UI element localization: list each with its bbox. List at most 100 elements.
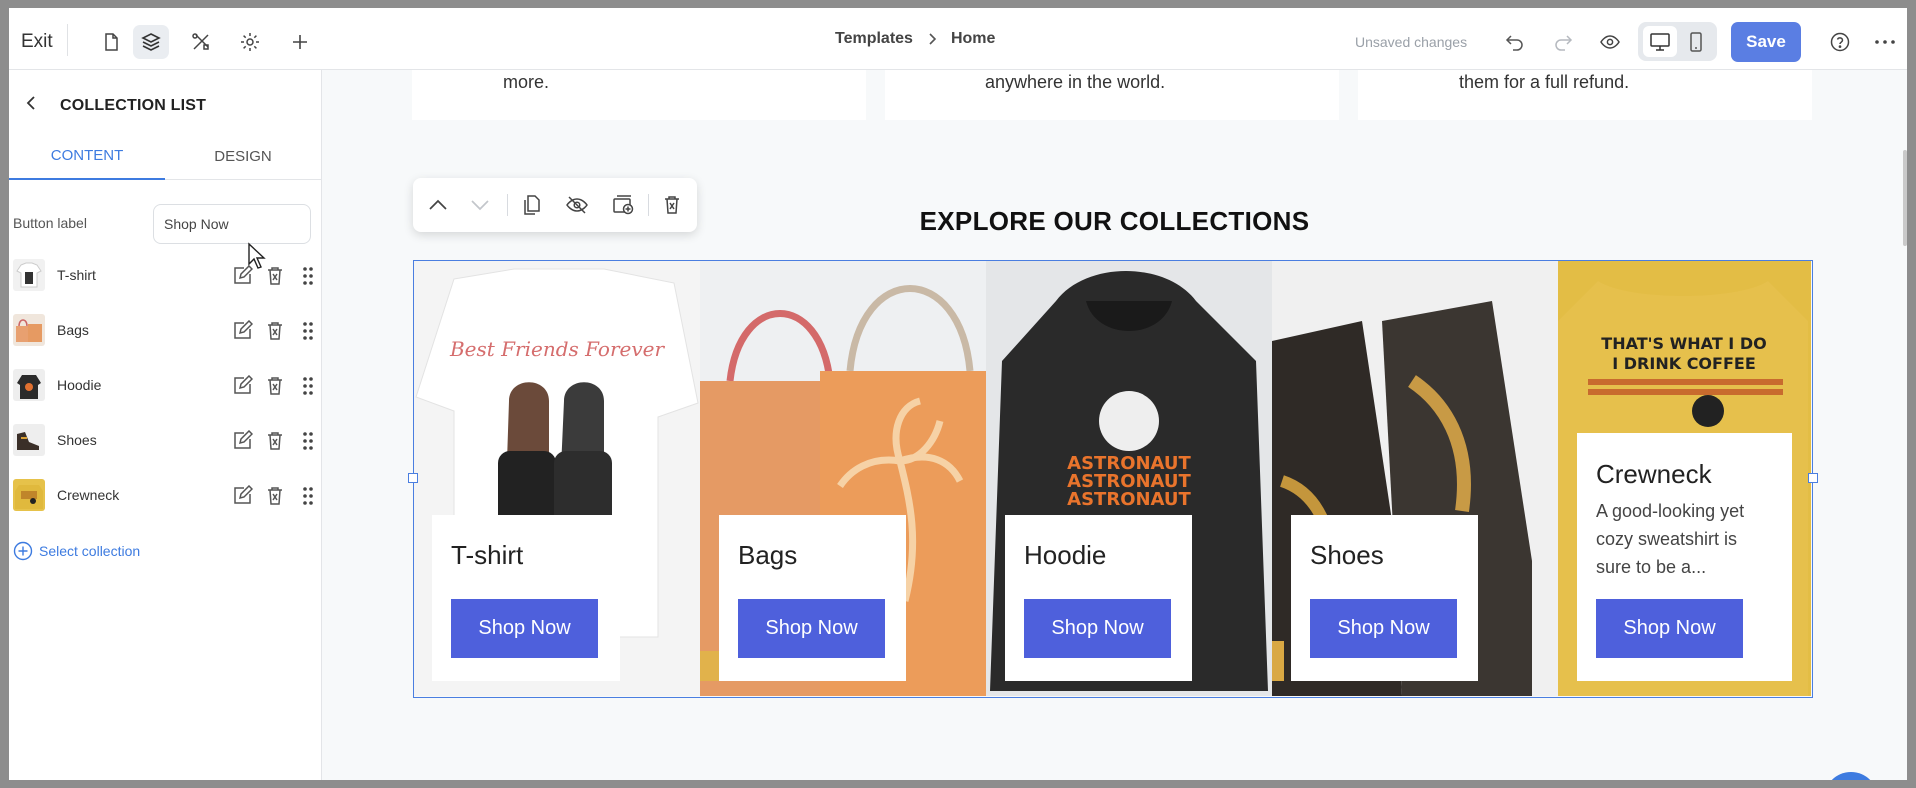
divider	[507, 194, 508, 216]
button-label-input[interactable]	[153, 204, 311, 244]
collection-item-hoodie[interactable]: Hoodie	[13, 365, 313, 405]
unsaved-status: Unsaved changes	[1355, 34, 1468, 50]
mobile-view-icon[interactable]	[1679, 26, 1713, 57]
collection-label: Hoodie	[57, 377, 102, 393]
collection-tile-bags[interactable]: Bags Shop Now	[700, 261, 986, 696]
card-title: T-shirt	[451, 540, 524, 570]
shop-now-button[interactable]: Shop Now	[1596, 599, 1743, 658]
device-toggle	[1638, 22, 1717, 61]
mouse-cursor-icon	[247, 242, 267, 270]
shop-now-button[interactable]: Shop Now	[1310, 599, 1457, 658]
edit-icon[interactable]	[231, 485, 253, 507]
redo-icon[interactable]	[1545, 25, 1581, 59]
crewneck-thumbnail	[13, 479, 45, 511]
svg-text:ASTRONAUT: ASTRONAUT	[1067, 489, 1191, 510]
breadcrumb: Templates Home	[835, 30, 995, 48]
desktop-view-icon[interactable]	[1643, 26, 1677, 57]
drag-handle-icon[interactable]	[297, 265, 319, 287]
hoodie-thumbnail	[13, 369, 45, 401]
drag-handle-icon[interactable]	[297, 430, 319, 452]
shop-now-button[interactable]: Shop Now	[1024, 599, 1171, 658]
add-section-icon[interactable]	[610, 192, 636, 218]
duplicate-icon[interactable]	[519, 192, 545, 218]
chat-bubble-button[interactable]	[1824, 772, 1878, 780]
move-up-icon[interactable]	[425, 192, 451, 218]
svg-text:THAT'S WHAT I DO: THAT'S WHAT I DO	[1601, 334, 1766, 353]
help-icon[interactable]	[1822, 25, 1858, 59]
edit-icon[interactable]	[231, 320, 253, 342]
card-title: Crewneck	[1596, 459, 1712, 489]
chevron-right-icon	[927, 32, 937, 46]
svg-text:I DRINK COFFEE: I DRINK COFFEE	[1612, 354, 1756, 373]
collection-tile-tshirt[interactable]: Best Friends Forever T-shirt Shop Now	[414, 261, 700, 696]
collection-label: Bags	[57, 322, 89, 338]
shop-now-button[interactable]: Shop Now	[738, 599, 885, 658]
card-title: Bags	[738, 540, 798, 570]
undo-icon[interactable]	[1497, 25, 1533, 59]
settings-gear-icon[interactable]	[232, 25, 268, 59]
breadcrumb-templates[interactable]: Templates	[835, 30, 913, 48]
pages-icon[interactable]	[93, 25, 129, 59]
breadcrumb-home[interactable]: Home	[951, 30, 995, 48]
tab-design[interactable]: DESIGN	[165, 132, 321, 180]
more-options-icon[interactable]	[1867, 25, 1903, 59]
move-down-icon[interactable]	[467, 192, 493, 218]
collection-tile-shoes[interactable]: Shoes Shop Now	[1272, 261, 1558, 696]
resize-handle-right[interactable]	[1808, 473, 1818, 483]
card-title: Shoes	[1310, 540, 1384, 570]
collection-grid[interactable]: Best Friends Forever T-shirt Shop Now Ba…	[408, 260, 1818, 698]
top-bar: Exit Templates Home Unsaved changes Save	[9, 8, 1907, 70]
tab-content[interactable]: CONTENT	[9, 132, 165, 180]
edit-icon[interactable]	[231, 375, 253, 397]
collection-tile-crewneck[interactable]: THAT'S WHAT I DO I DRINK COFFEE Crewneck…	[1558, 261, 1811, 696]
collection-card: Shoes Shop Now	[1291, 515, 1478, 681]
collection-item-bags[interactable]: Bags	[13, 310, 313, 350]
remove-icon[interactable]	[264, 265, 286, 287]
collection-card: Bags Shop Now	[719, 515, 906, 681]
editor-window: Exit Templates Home Unsaved changes Save…	[9, 8, 1907, 780]
card-description: A good-looking yet cozy sweatshirt is su…	[1596, 501, 1745, 577]
remove-icon[interactable]	[264, 430, 286, 452]
page-canvas: more. anywhere in the world. them for a …	[322, 70, 1907, 780]
tshirt-thumbnail	[13, 259, 45, 291]
feature-text: anywhere in the world.	[985, 72, 1166, 92]
layers-icon[interactable]	[133, 25, 169, 59]
card-title: Hoodie	[1024, 540, 1107, 570]
exit-button[interactable]: Exit	[21, 31, 53, 53]
remove-icon[interactable]	[264, 375, 286, 397]
shop-now-button[interactable]: Shop Now	[451, 599, 598, 658]
drag-handle-icon[interactable]	[297, 320, 319, 342]
canvas-scrollbar[interactable]	[1903, 150, 1907, 246]
feature-card: more.	[412, 70, 866, 120]
bags-thumbnail	[13, 314, 45, 346]
collection-label: Crewneck	[57, 487, 120, 503]
section-toolbar	[413, 178, 697, 232]
left-sidebar: COLLECTION LIST CONTENT DESIGN Button la…	[9, 70, 322, 780]
collection-card: Crewneck A good-looking yet cozy sweatsh…	[1577, 433, 1792, 681]
remove-icon[interactable]	[264, 320, 286, 342]
drag-handle-icon[interactable]	[297, 485, 319, 507]
edit-icon[interactable]	[231, 430, 253, 452]
back-chevron-icon[interactable]	[21, 92, 43, 114]
collection-tile-hoodie[interactable]: ASTRONAUT ASTRONAUT ASTRONAUT Hoodie Sho…	[986, 261, 1272, 696]
preview-eye-icon[interactable]	[1592, 25, 1628, 59]
resize-handle-left[interactable]	[408, 473, 418, 483]
collection-item-crewneck[interactable]: Crewneck	[13, 475, 313, 515]
remove-icon[interactable]	[264, 485, 286, 507]
add-icon[interactable]	[282, 25, 318, 59]
collection-item-shoes[interactable]: Shoes	[13, 420, 313, 460]
save-button[interactable]: Save	[1731, 22, 1801, 62]
design-tools-icon[interactable]	[183, 25, 219, 59]
drag-handle-icon[interactable]	[297, 375, 319, 397]
divider	[648, 194, 649, 216]
collection-card: Hoodie Shop Now	[1005, 515, 1192, 681]
svg-text:Best Friends Forever: Best Friends Forever	[449, 337, 666, 361]
divider	[67, 24, 68, 56]
collection-card: T-shirt Shop Now	[432, 515, 620, 681]
feature-text: more.	[503, 72, 550, 92]
select-collection-link[interactable]: Select collection	[13, 541, 140, 561]
hide-eye-icon[interactable]	[564, 192, 590, 218]
delete-section-icon[interactable]	[659, 192, 685, 218]
collection-label: T-shirt	[57, 267, 96, 283]
collection-item-tshirt[interactable]: T-shirt	[13, 255, 313, 295]
